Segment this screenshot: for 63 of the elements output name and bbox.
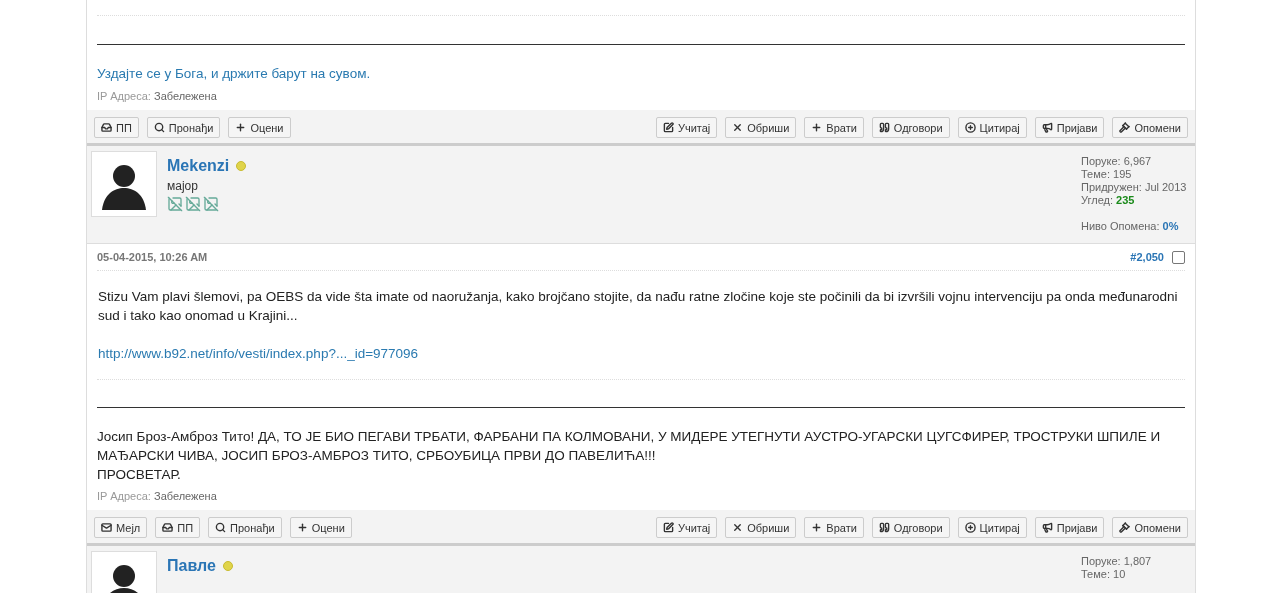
megaphone-icon [1041, 522, 1053, 533]
pm-button[interactable]: ПП [155, 517, 201, 538]
gavel-icon [1119, 122, 1131, 133]
user-stat: Придружен: Jul 2013 [1081, 181, 1188, 194]
ip-address-text: IP Адреса: Забележена [97, 90, 218, 102]
plus-icon [811, 122, 823, 133]
mail-button[interactable]: Мејл [94, 517, 148, 538]
ip-address-text: IP Адреса: Забележена [97, 490, 218, 502]
megaphone-button[interactable]: Пријави [1034, 117, 1105, 138]
broken-image-icon [167, 196, 183, 212]
post-date: 05-04-2015, 10:26 AM [97, 251, 208, 263]
quote-icon [878, 522, 890, 533]
search-icon [215, 522, 227, 533]
username-link[interactable]: Mekenzi [167, 157, 230, 175]
plus-button[interactable]: Врати [804, 117, 864, 138]
quote-button[interactable]: Одговори [871, 117, 950, 138]
search-button[interactable]: Пронађи [208, 517, 282, 538]
edit-icon [662, 522, 674, 533]
post-link[interactable]: http://www.b92.net/info/vesti/index.php?..._id=977096 [98, 346, 419, 361]
x-button[interactable]: Обриши [725, 517, 797, 538]
pm-button[interactable]: ПП [94, 117, 139, 138]
username-link[interactable]: Павле [167, 557, 216, 575]
user-stat: Углед: 235 [1081, 194, 1136, 207]
plus-icon [811, 522, 823, 533]
broken-image-icon [203, 196, 219, 212]
plus-icon [296, 522, 308, 533]
signature-text: Јосип Броз-Амброз Тито! ДА, ТО ЈЕ БИО ПЕГАВИ ТРБАТИ, ФАРБАНИ ПА КОЛМОВАНИ, У МИДЕРЕ УТЕГНУТИ АУСТРО-УГАРСКИ ЦУГСФИРЕР, ТРОСТРУКИ ШПИЛЕ И МАЂАРСКИ ЧИВА, ЈОСИП БРОЗ-АМБРОЗ ТИТО, СРБОУБИЦА ПРВИ ДО ПАВЕЛИЋА!!! [97, 428, 1162, 465]
plus-button[interactable]: Оцени [289, 517, 352, 538]
post-number-link[interactable]: #2,050 [1130, 251, 1164, 263]
signature-text: ПРОСВЕТАР. [97, 466, 182, 484]
plus-circle-button[interactable]: Цитирај [957, 117, 1027, 138]
mail-icon [101, 522, 112, 533]
quote-icon [878, 122, 890, 133]
quote-button[interactable]: Одговори [871, 517, 950, 538]
plus-circle-icon [964, 122, 976, 133]
broken-image-icon [185, 196, 201, 212]
post-body-text: Stizu Vam plavi šlemovi, pa OEBS da vide šta imate od naoružanja, kako brojčano stojite, da nađu ratne zločine koje ste počinili da bi izvršili vojnu intervenciju pa onda međunarodni sud i tako kao onomad u Krajini... [98, 288, 1179, 325]
edit-icon [662, 122, 674, 133]
user-stat: Ниво Опомена: 0% [1081, 220, 1180, 233]
edit-button[interactable]: Учитај [655, 517, 718, 538]
megaphone-button[interactable]: Пријави [1034, 517, 1105, 538]
plus-button[interactable]: Врати [804, 517, 864, 538]
plus-circle-icon [964, 522, 976, 533]
edit-button[interactable]: Учитај [655, 117, 718, 138]
plus-button[interactable]: Оцени [228, 117, 291, 138]
plus-circle-button[interactable]: Цитирај [957, 517, 1027, 538]
user-stat: Поруке: 6,967 [1081, 155, 1153, 168]
x-icon [732, 122, 744, 133]
search-icon [153, 122, 165, 133]
user-stat: Теме: 10 [1081, 568, 1127, 581]
gavel-icon [1119, 522, 1131, 533]
gavel-button[interactable]: Опомени [1112, 117, 1188, 138]
gavel-button[interactable]: Опомени [1112, 517, 1188, 538]
search-button[interactable]: Пронађи [146, 117, 221, 138]
user-stat: Поруке: 1,807 [1081, 555, 1153, 568]
megaphone-icon [1041, 122, 1053, 133]
x-icon [732, 522, 744, 533]
signature-text: Уздајте се у Бога, и држите барут на сувом. [97, 65, 372, 83]
user-stat: Теме: 195 [1081, 168, 1133, 181]
plus-icon [235, 122, 247, 133]
post-checkbox[interactable] [1172, 250, 1185, 264]
x-button[interactable]: Обриши [725, 117, 797, 138]
user-rank: мајор [167, 179, 199, 193]
